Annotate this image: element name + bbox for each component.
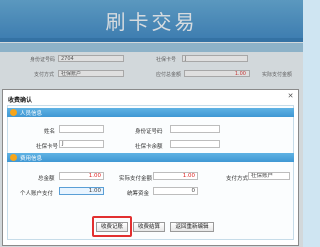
personal-section-title: 人员信息 — [20, 111, 43, 117]
balance-field[interactable] — [170, 140, 220, 148]
fee-section-header: 费用信息 — [7, 153, 294, 162]
actual-label: 实际支付金额 — [119, 176, 153, 182]
total-field[interactable]: 1.00 — [59, 172, 104, 180]
personal-section-header: 人员信息 — [7, 108, 294, 117]
pay-method-field[interactable]: 社保账户 — [248, 172, 290, 180]
total-label: 总金额 — [38, 176, 55, 182]
name-label: 姓名 — [44, 129, 56, 135]
actual-field[interactable]: 1.00 — [153, 172, 198, 180]
id-field[interactable] — [170, 125, 220, 133]
back-edit-button[interactable]: 返回重新编辑 — [170, 222, 214, 232]
settle-button[interactable]: 收费结算 — [133, 222, 165, 232]
personal-pay-label: 个人账户支付 — [20, 191, 54, 197]
pool-field[interactable]: 0 — [153, 187, 198, 195]
id-label: 身份证号码 — [135, 129, 163, 135]
fee-section-title: 费用信息 — [20, 156, 43, 162]
fee-icon — [10, 154, 17, 161]
pay-method-label: 支付方式 — [226, 176, 249, 182]
close-icon[interactable]: ✕ — [287, 93, 294, 100]
name-field[interactable] — [59, 125, 104, 133]
person-icon — [10, 109, 17, 116]
confirm-charge-button[interactable]: 收费记账 — [96, 222, 128, 232]
pool-label: 统筹资金 — [127, 191, 150, 197]
card-field[interactable]: J — [59, 140, 104, 148]
personal-pay-field[interactable]: 1.00 — [59, 187, 104, 195]
dialog-title: 收费确认 — [8, 97, 33, 104]
balance-label: 社保卡余额 — [135, 144, 163, 150]
card-label: 社保卡号 — [36, 144, 59, 150]
